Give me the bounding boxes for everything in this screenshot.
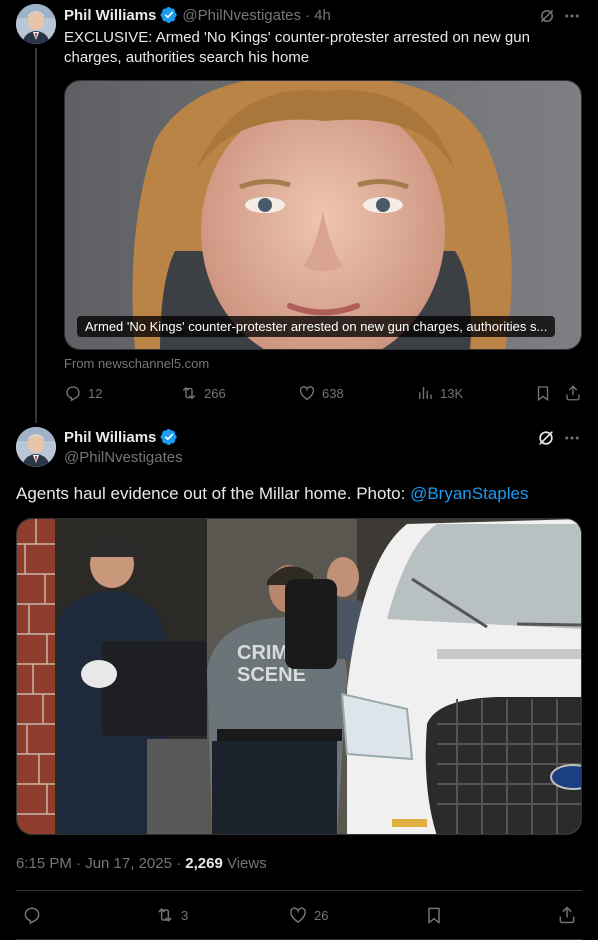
author-handle[interactable]: @PhilNvestigates	[64, 449, 183, 466]
repost-button[interactable]: 266	[180, 384, 226, 402]
like-icon	[290, 907, 306, 923]
author-handle[interactable]: @PhilNvestigates	[182, 7, 301, 24]
reply-button[interactable]: 12	[64, 384, 102, 402]
reply-icon	[66, 386, 80, 402]
more-icon[interactable]	[563, 429, 581, 447]
avatar[interactable]	[16, 4, 56, 44]
like-button[interactable]: 638	[298, 384, 344, 402]
repost-icon	[158, 908, 172, 922]
reply-button[interactable]	[22, 905, 42, 925]
author-name[interactable]: Phil Williams	[64, 429, 156, 446]
reply-count: 12	[88, 385, 103, 401]
like-button[interactable]: 26	[288, 905, 328, 925]
post-timestamp[interactable]: 6:15 PM · Jun 17, 2025 ·	[16, 855, 185, 872]
like-count: 638	[322, 385, 344, 401]
card-caption: Armed 'No Kings' counter-protester arres…	[77, 316, 556, 337]
tweet-text: EXCLUSIVE: Armed 'No Kings' counter-prot…	[64, 29, 530, 66]
bookmark-button[interactable]	[534, 384, 552, 402]
verified-icon[interactable]	[160, 6, 178, 24]
views-count: 2,269	[185, 855, 223, 872]
tweet-text-main: Agents haul evidence out of the Millar h…	[16, 484, 411, 503]
share-icon	[566, 385, 580, 401]
bookmark-icon	[537, 386, 549, 402]
more-icon[interactable]	[563, 7, 581, 25]
tweet-photo[interactable]: CRIM SCENE	[16, 518, 582, 835]
repost-button[interactable]: 3	[155, 905, 188, 925]
share-icon	[559, 906, 575, 924]
repost-icon	[182, 386, 196, 400]
tweet-text: Agents haul evidence out of the Millar h…	[16, 482, 528, 506]
link-card[interactable]: Armed 'No Kings' counter-protester arres…	[64, 80, 582, 350]
post-time[interactable]: · 4h	[305, 7, 331, 24]
grok-icon[interactable]	[538, 7, 556, 25]
evidence-photo: CRIM SCENE	[17, 519, 581, 834]
bookmark-icon	[428, 907, 440, 924]
views-count: 13K	[440, 385, 464, 401]
views-label: Views	[222, 855, 267, 872]
mugshot-image	[65, 81, 581, 349]
card-source[interactable]: From newschannel5.com	[64, 356, 209, 371]
post-meta: 6:15 PM · Jun 17, 2025 · 2,269 Views	[16, 855, 267, 872]
share-button[interactable]	[564, 384, 582, 402]
bookmark-button[interactable]	[424, 905, 444, 925]
views-button[interactable]: 13K	[416, 384, 463, 402]
repost-count: 3	[181, 907, 189, 923]
like-icon	[299, 386, 315, 401]
thread-line	[35, 48, 37, 423]
mention-link[interactable]: @BryanStaples	[410, 484, 528, 503]
repost-count: 266	[204, 385, 226, 401]
share-button[interactable]	[557, 905, 577, 925]
author-name[interactable]: Phil Williams	[64, 7, 156, 24]
reply-icon	[24, 907, 40, 925]
avatar[interactable]	[16, 427, 56, 467]
divider	[16, 890, 582, 891]
like-count: 26	[314, 907, 329, 923]
vest-text-1: CRIM	[237, 642, 288, 664]
views-icon	[419, 387, 432, 399]
grok-icon[interactable]	[536, 428, 556, 448]
verified-icon[interactable]	[160, 428, 178, 446]
